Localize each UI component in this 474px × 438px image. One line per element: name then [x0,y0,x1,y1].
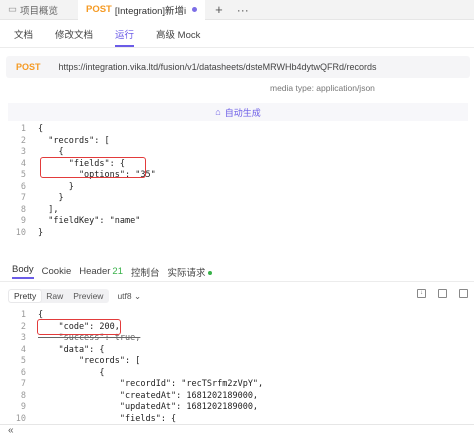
tab-advanced-mock[interactable]: 高级 Mock [156,27,200,47]
code-text: "recordId": "recTSrfm2zVpY", [38,379,264,389]
line-number: 2 [20,135,26,146]
code-text: "fieldKey": "name" [38,216,141,226]
code-line: 9 "updatedAt": 1681202189000, [8,402,263,414]
line-number: 1 [20,124,26,134]
code-text: "createdAt": 1681202189000, [38,390,259,401]
url-bar[interactable]: POST https://integration.vika.ltd/fusion… [6,56,470,78]
line-number: 8 [20,390,26,401]
code-line: 10} [8,228,156,240]
header-count: 21 [112,266,123,277]
tab-run[interactable]: 运行 [115,27,135,47]
tab-edit-docs[interactable]: 修改文档 [55,27,93,47]
http-method[interactable]: POST [16,62,41,72]
code-text: "records": [ [38,356,141,366]
auto-generate-button[interactable]: ⌂ 自动生成 [8,103,468,121]
tab-label: [Integration]新增i [114,5,187,17]
response-tabs: Body Cookie Header 21 控制台 实际请求 [0,262,474,282]
code-line: 5 "records": [ [8,356,263,368]
code-line: 2 "records": [ [8,136,156,148]
code-text: } [38,193,64,203]
encoding-select[interactable]: utf8 ⌄ [117,291,141,302]
sub-navigation: 文档 修改文档 运行 高级 Mock [0,24,474,48]
tab-actual-request-label: 实际请求 [167,267,206,279]
response-toolbar: Pretty Raw Preview utf8 ⌄ ↓ [8,288,470,304]
code-line: 8 ], [8,205,156,217]
line-number: 3 [20,333,26,343]
view-mode-switch: Pretty Raw Preview [8,289,110,303]
status-dot-icon [207,270,212,275]
line-number: 6 [20,181,26,192]
view-raw[interactable]: Raw [41,290,68,302]
code-line: 4 "data": { [8,345,263,357]
tab-label: 项目概览 [19,5,58,17]
code-text: } [38,227,44,238]
line-number: 3 [20,147,26,157]
tab-docs[interactable]: 文档 [14,27,33,47]
code-line: 6 { [8,368,263,380]
copy-icon[interactable] [438,289,447,298]
code-line: 9 "fieldKey": "name" [8,216,156,228]
more-tabs-button[interactable]: ··· [237,3,249,17]
line-number: 10 [15,227,26,238]
tab-console[interactable]: 控制台 [131,265,160,279]
code-line: 1{ [8,124,156,136]
response-tools: ↓ [405,289,468,298]
fields-highlight-box [40,157,146,178]
fullscreen-icon[interactable] [459,289,468,298]
line-number: 4 [20,344,26,355]
code-text: "records": [ [38,135,110,146]
download-icon[interactable]: ↓ [417,289,426,298]
tab-body[interactable]: Body [12,264,34,279]
project-icon: ▭ [8,4,17,15]
media-type-label: media type: application/json [270,83,375,93]
view-preview[interactable]: Preview [68,290,108,302]
line-number: 7 [20,193,26,203]
encoding-value: utf8 [117,290,132,301]
code-text: { [38,367,105,378]
tab-method: POST [86,4,112,15]
code-text: } [38,181,74,192]
code-text: "updatedAt": 1681202189000, [38,402,259,412]
line-number: 9 [20,402,26,412]
line-number: 1 [20,310,26,320]
tab-bar: ▭ 项目概览 POST [Integration]新增i + ··· [0,0,474,20]
code-line: 7 } [8,193,156,205]
line-number: 4 [20,158,26,169]
code-line: 7 "recordId": "recTSrfm2zVpY", [8,379,263,391]
line-number: 6 [20,367,26,378]
code-text: { [38,124,44,134]
code-line: 6 } [8,182,156,194]
unsaved-dot-icon [192,7,198,12]
line-number: 5 [20,170,26,180]
line-number: 9 [20,216,26,226]
code-text: "data": { [38,344,105,355]
magic-wand-icon: ⌂ [215,107,221,117]
line-number: 8 [20,204,26,215]
footer-bar: « [0,424,474,438]
tab-actual-request[interactable]: 实际请求 [168,265,212,279]
view-pretty[interactable]: Pretty [9,290,42,302]
code-line: 8 "createdAt": 1681202189000, [8,391,263,403]
tab-header-label: Header [79,266,111,277]
auto-generate-label: 自动生成 [224,107,261,118]
line-number: 5 [20,356,26,366]
code-text: ], [38,204,59,215]
tab-header[interactable]: Header 21 [79,266,123,277]
collapse-sidebar-button[interactable]: « [8,425,14,436]
request-url[interactable]: https://integration.vika.ltd/fusion/v1/d… [59,62,377,72]
request-body-editor[interactable]: 1{2 "records": [3 {4 "fields": {5 "optio… [8,124,156,239]
code-highlight-box [37,319,121,335]
tab-cookie[interactable]: Cookie [42,266,72,277]
line-number: 7 [20,379,26,389]
line-number: 2 [20,321,26,332]
new-tab-button[interactable]: + [215,2,223,17]
tab-project-overview[interactable]: ▭ 项目概览 [0,0,66,20]
tab-integration-request[interactable]: POST [Integration]新增i [78,0,206,20]
